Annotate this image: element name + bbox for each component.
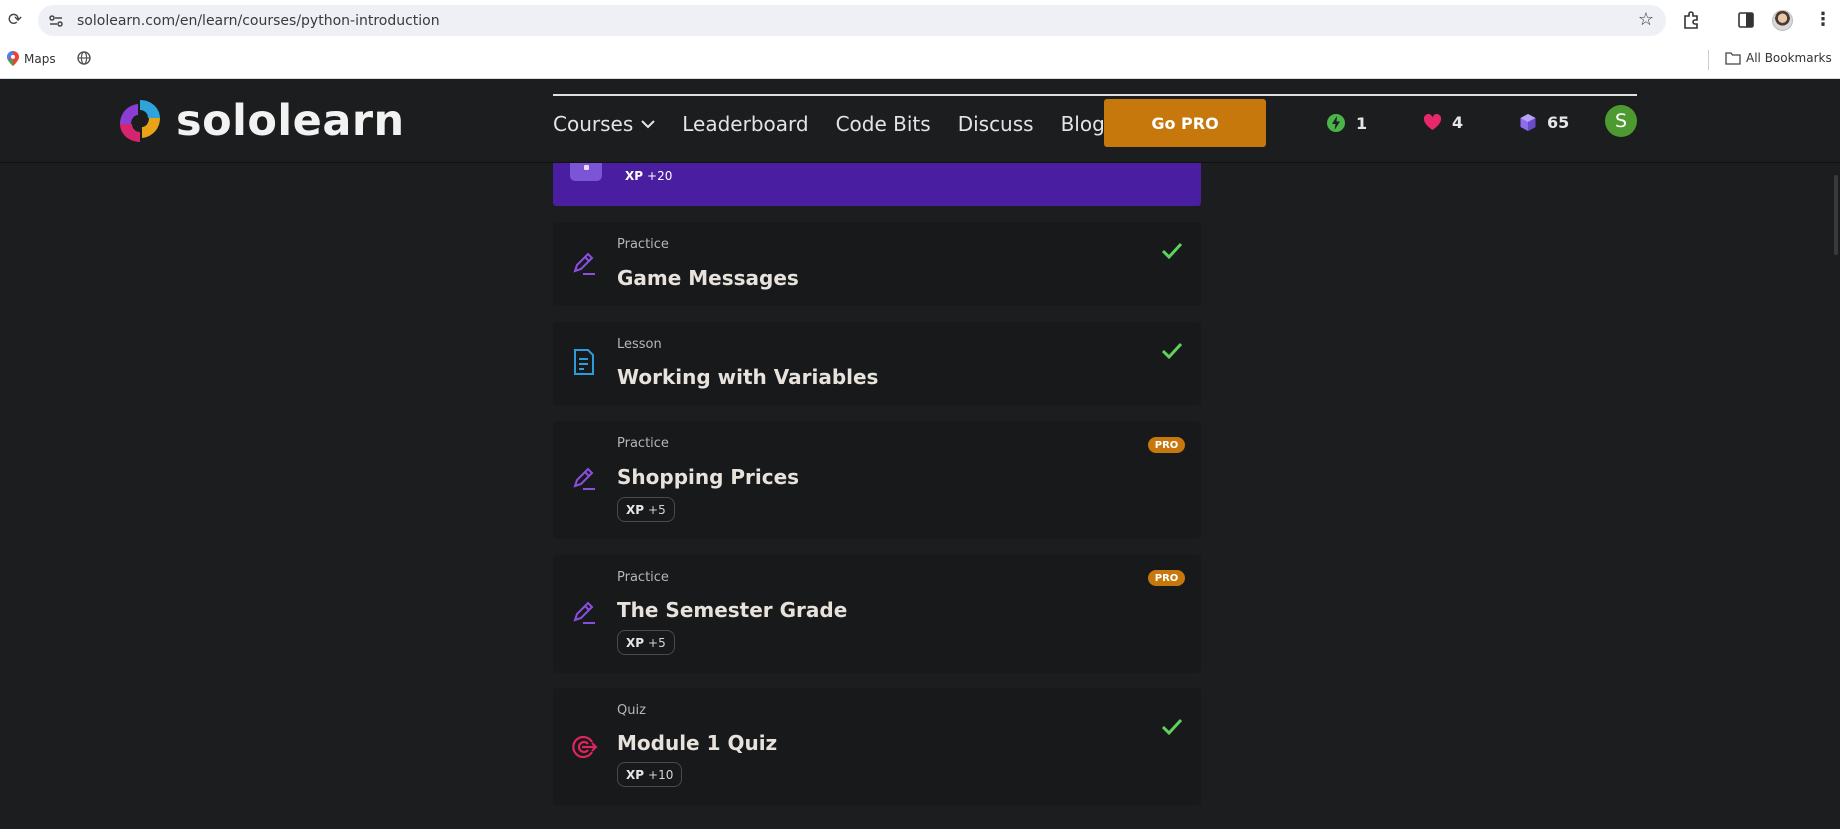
browser-profile-avatar[interactable]	[1772, 10, 1793, 31]
hearts-counter[interactable]: 4	[1423, 113, 1463, 132]
xp-label: XP	[626, 767, 645, 782]
pro-badge: PRO	[1148, 570, 1185, 586]
highlighted-lesson-card[interactable]: XP +20	[553, 163, 1201, 206]
lesson-card[interactable]: Practice Game Messages	[553, 222, 1201, 306]
nav-discuss[interactable]: Discuss	[958, 112, 1034, 136]
extensions-icon[interactable]	[1681, 10, 1701, 30]
sololearn-logo-icon	[120, 100, 160, 142]
streak-lightning-icon	[1327, 114, 1345, 132]
browser-toolbar: ⟳ sololearn.com/en/learn/courses/python-…	[0, 0, 1840, 41]
nav-courses[interactable]: Courses	[553, 112, 655, 136]
nav-code-bits[interactable]: Code Bits	[836, 112, 931, 136]
bookmark-label: Maps	[24, 51, 56, 66]
globe-icon	[77, 51, 91, 65]
go-pro-button[interactable]: Go PRO	[1104, 99, 1266, 147]
browser-menu-icon[interactable]: ⋮	[1814, 9, 1832, 30]
scrollbar-thumb[interactable]	[1834, 175, 1838, 255]
xp-value: +5	[648, 635, 666, 650]
streak-counter[interactable]: 1	[1326, 113, 1367, 133]
nav-courses-label: Courses	[553, 112, 634, 136]
pencil-practice-icon	[573, 252, 595, 275]
card-type: Practice	[617, 570, 669, 585]
pro-badge: PRO	[1148, 437, 1185, 453]
side-panel-icon[interactable]	[1736, 10, 1756, 30]
card-type: Lesson	[617, 337, 662, 352]
nav-blog-label: Blog	[1060, 112, 1105, 136]
bookmark-globe[interactable]	[77, 51, 91, 65]
bookmark-star-icon[interactable]: ☆	[1638, 9, 1654, 30]
lesson-chest-icon	[570, 163, 602, 181]
streak-count: 1	[1356, 113, 1368, 133]
nav-code-bits-label: Code Bits	[835, 112, 931, 136]
nav-discuss-label: Discuss	[957, 112, 1034, 136]
check-icon	[1161, 342, 1183, 360]
logo-text: sololearn	[176, 96, 405, 146]
xp-pill: XP +5	[617, 630, 675, 655]
bookmarks-bar: Maps All Bookmarks	[0, 41, 1840, 79]
bits-counter[interactable]: 65	[1519, 113, 1569, 132]
card-type: Practice	[617, 436, 669, 451]
card-title: Shopping Prices	[617, 465, 800, 489]
xp-label: XP	[626, 502, 645, 517]
xp-pill: XP +5	[617, 497, 675, 522]
xp-value: +20	[647, 169, 673, 183]
address-bar[interactable]: sololearn.com/en/learn/courses/python-in…	[38, 5, 1666, 36]
xp-value: +5	[648, 502, 666, 517]
xp-reward: XP +20	[625, 169, 672, 183]
check-icon	[1161, 242, 1183, 260]
main-nav: Courses Leaderboard Code Bits Discuss Bl…	[553, 112, 1132, 136]
site-header: sololearn Courses Leaderboard Code Bits …	[0, 79, 1840, 163]
header-top-divider	[553, 94, 1637, 96]
hearts-count: 4	[1452, 113, 1464, 132]
user-avatar[interactable]: S	[1605, 105, 1637, 137]
all-bookmarks-label: All Bookmarks	[1746, 51, 1832, 65]
lesson-card[interactable]: Quiz Module 1 Quiz XP +10	[553, 688, 1201, 805]
nav-leaderboard-label: Leaderboard	[682, 112, 809, 136]
bits-count: 65	[1547, 113, 1570, 132]
nav-leaderboard[interactable]: Leaderboard	[682, 112, 808, 136]
xp-label: XP	[626, 635, 645, 650]
heart-icon	[1423, 114, 1442, 130]
card-title: Module 1 Quiz	[617, 731, 778, 755]
xp-pill: XP +10	[617, 762, 683, 787]
pencil-practice-icon	[573, 601, 595, 624]
xp-value: +10	[648, 767, 674, 782]
pencil-practice-icon	[573, 467, 595, 490]
all-bookmarks[interactable]: All Bookmarks	[1725, 51, 1832, 65]
bits-cube-icon	[1520, 114, 1536, 131]
card-title: The Semester Grade	[617, 598, 848, 622]
nav-blog[interactable]: Blog	[1061, 112, 1105, 136]
lesson-card[interactable]: Lesson Working with Variables	[553, 322, 1201, 405]
sololearn-logo[interactable]: sololearn	[116, 96, 405, 146]
reload-icon[interactable]: ⟳	[5, 10, 25, 30]
url-text[interactable]: sololearn.com/en/learn/courses/python-in…	[77, 13, 440, 29]
bookmarks-separator	[1708, 50, 1709, 70]
card-title: Working with Variables	[617, 365, 879, 389]
lesson-document-icon	[574, 349, 594, 375]
bookmark-maps[interactable]: Maps	[7, 51, 56, 66]
page-scrollbar[interactable]	[1832, 163, 1840, 829]
check-icon	[1161, 718, 1183, 736]
site-info-icon[interactable]	[48, 13, 64, 29]
maps-pin-icon	[7, 51, 19, 66]
card-type: Practice	[617, 237, 669, 252]
card-title: Game Messages	[617, 266, 799, 290]
xp-label: XP	[625, 169, 644, 183]
lesson-card[interactable]: Practice Shopping Prices PRO XP +5	[553, 421, 1201, 539]
card-type: Quiz	[617, 703, 646, 718]
lesson-card[interactable]: Practice The Semester Grade PRO XP +5	[553, 555, 1201, 673]
quiz-target-icon	[572, 735, 598, 759]
chevron-down-icon	[641, 119, 655, 128]
folder-icon	[1725, 51, 1741, 65]
